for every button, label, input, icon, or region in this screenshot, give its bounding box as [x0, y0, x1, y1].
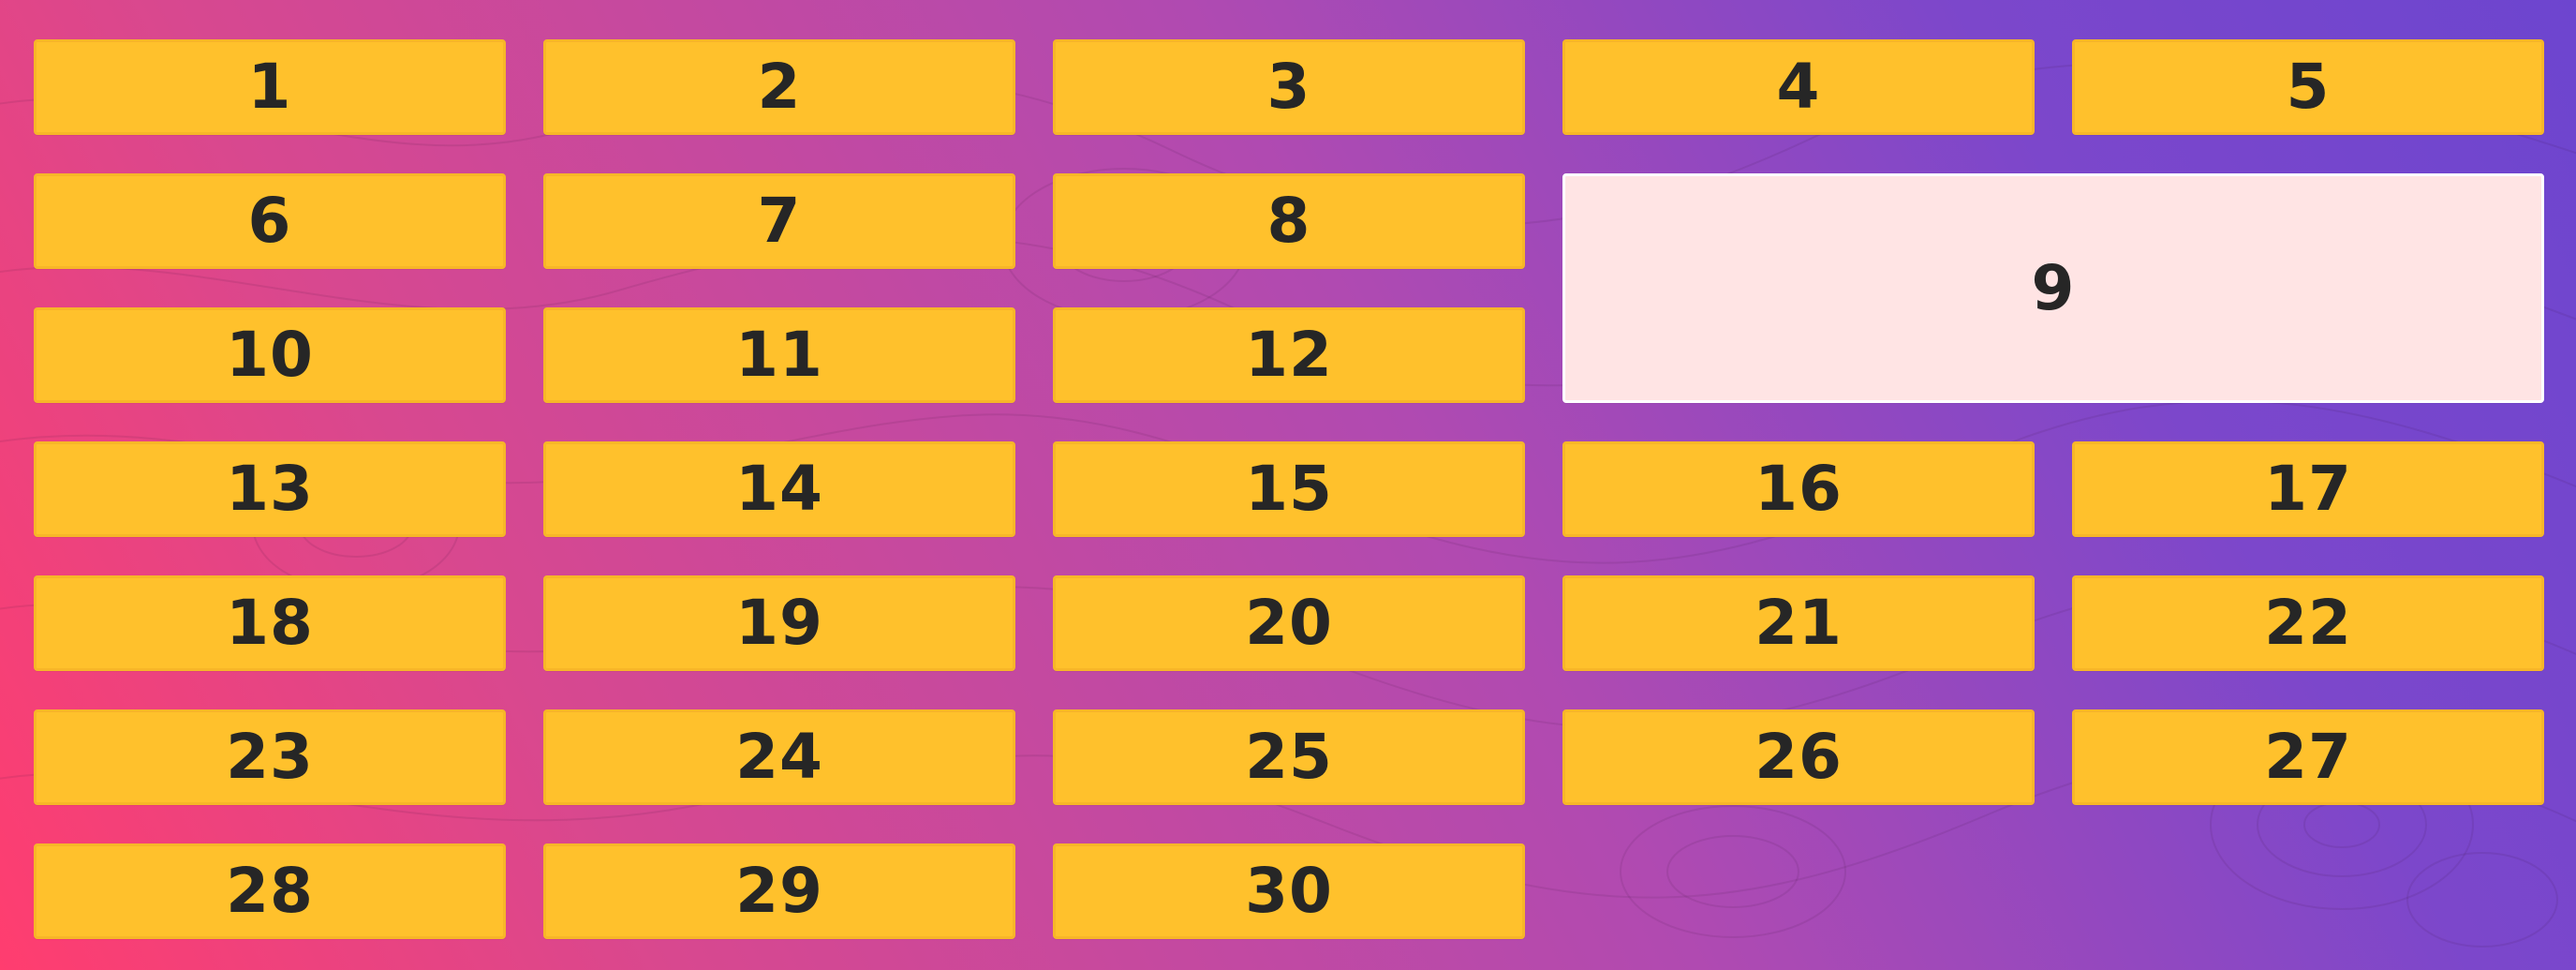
tile[interactable]: 12	[1053, 307, 1525, 403]
tile[interactable]: 25	[1053, 709, 1525, 805]
tile[interactable]: 14	[543, 441, 1015, 537]
tile-number: 3	[1266, 51, 1311, 123]
tile[interactable]: 4	[1562, 39, 2035, 135]
tile[interactable]: 5	[2072, 39, 2544, 135]
tile-number: 23	[226, 721, 314, 793]
tile-number: 8	[1266, 185, 1311, 257]
tile[interactable]: 1	[34, 39, 506, 135]
tile-grid: 1 2 3 4 5 6 7 8 9 10 11 12 13 14 15 16 17 18 19 20 21 22 23 24 2…	[34, 39, 2544, 939]
tile-number: 11	[735, 319, 823, 391]
tile[interactable]: 27	[2072, 709, 2544, 805]
tile[interactable]: 20	[1053, 575, 1525, 671]
tile-number: 19	[735, 587, 823, 659]
tile-number: 18	[226, 587, 314, 659]
tile[interactable]: 6	[34, 173, 506, 269]
tile[interactable]: 29	[543, 843, 1015, 939]
tile-number: 7	[757, 185, 802, 257]
tile-number: 25	[1245, 721, 1333, 793]
tile[interactable]: 21	[1562, 575, 2035, 671]
tile[interactable]: 23	[34, 709, 506, 805]
tile[interactable]: 24	[543, 709, 1015, 805]
tile[interactable]: 3	[1053, 39, 1525, 135]
tile[interactable]: 8	[1053, 173, 1525, 269]
tile[interactable]: 15	[1053, 441, 1525, 537]
tile-number: 4	[1776, 51, 1821, 123]
tile[interactable]: 2	[543, 39, 1015, 135]
tile-number: 14	[735, 453, 823, 525]
tile[interactable]: 30	[1053, 843, 1525, 939]
tile-number: 1	[247, 51, 292, 123]
tile-number: 21	[1754, 587, 1843, 659]
tile[interactable]: 10	[34, 307, 506, 403]
tile[interactable]: 22	[2072, 575, 2544, 671]
tile-number: 22	[2264, 587, 2352, 659]
tile-number: 30	[1245, 855, 1333, 927]
tile-number: 20	[1245, 587, 1333, 659]
tile-number: 13	[226, 453, 314, 525]
tile[interactable]: 28	[34, 843, 506, 939]
tile-number: 9	[2031, 251, 2076, 324]
tile-number: 16	[1754, 453, 1843, 525]
tile-number: 29	[735, 855, 823, 927]
tile[interactable]: 11	[543, 307, 1015, 403]
tile-number: 26	[1754, 721, 1843, 793]
tile-number: 24	[735, 721, 823, 793]
tile-number: 28	[226, 855, 314, 927]
tile-featured[interactable]: 9	[1562, 173, 2544, 403]
tile[interactable]: 7	[543, 173, 1015, 269]
tile[interactable]: 26	[1562, 709, 2035, 805]
tile[interactable]: 16	[1562, 441, 2035, 537]
tile[interactable]: 17	[2072, 441, 2544, 537]
tile-number: 15	[1245, 453, 1333, 525]
tile-number: 10	[226, 319, 314, 391]
tile[interactable]: 19	[543, 575, 1015, 671]
tile-number: 27	[2264, 721, 2352, 793]
tile[interactable]: 18	[34, 575, 506, 671]
tile[interactable]: 13	[34, 441, 506, 537]
tile-number: 5	[2286, 51, 2331, 123]
tile-number: 17	[2264, 453, 2352, 525]
tile-number: 12	[1245, 319, 1333, 391]
tile-number: 6	[247, 185, 292, 257]
tile-number: 2	[757, 51, 802, 123]
